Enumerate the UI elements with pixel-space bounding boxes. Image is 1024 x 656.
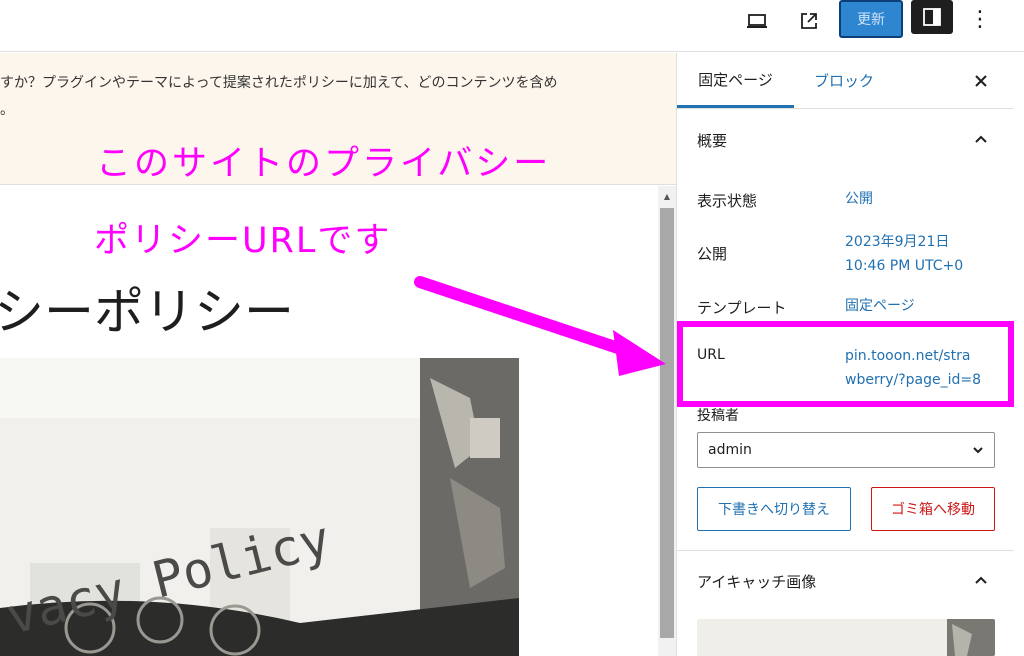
summary-collapse-button[interactable] [971, 129, 991, 149]
close-icon [975, 75, 987, 87]
chevron-down-icon [973, 447, 983, 454]
move-to-trash-button[interactable]: ゴミ箱へ移動 [871, 487, 995, 531]
editor-toolbar: 更新 ⋮ [0, 0, 1024, 52]
window-edge [1014, 53, 1024, 656]
featured-image-panel-title[interactable]: アイキャッチ画像 [697, 571, 816, 592]
tabs-divider [677, 108, 1015, 109]
laptop-icon [747, 14, 767, 28]
author-selected-value: admin [708, 442, 752, 458]
visibility-label: 表示状態 [697, 192, 758, 210]
page-title[interactable]: シーポリシー [0, 272, 294, 344]
annotation-text-line-2: ポリシーURLです [94, 221, 392, 261]
panel-divider [677, 550, 1015, 551]
more-vertical-icon: ⋮ [969, 6, 991, 32]
scrollbar-thumb[interactable] [660, 208, 674, 638]
options-menu-button[interactable]: ⋮ [962, 4, 998, 34]
tab-block[interactable]: ブロック [794, 53, 894, 108]
summary-panel-title[interactable]: 概要 [697, 130, 727, 151]
url-highlight-box [677, 321, 1014, 407]
notice-text-tail: 。 [0, 102, 14, 118]
featured-image-block[interactable]: vacy Policy [0, 358, 519, 656]
publish-date-line: 2023年9月21日 [845, 234, 950, 250]
author-label: 投稿者 [697, 408, 739, 424]
notice-text: すか？プラグインやテーマによって提案されたポリシーに加えて、どのコンテンツを含め [0, 75, 558, 91]
visibility-value[interactable]: 公開 [845, 187, 873, 211]
template-label: テンプレート [697, 299, 787, 317]
view-page-button[interactable] [789, 4, 829, 38]
update-button[interactable]: 更新 [839, 0, 903, 38]
chevron-up-icon [975, 576, 987, 584]
close-sidebar-button[interactable] [967, 67, 995, 95]
switch-to-draft-button[interactable]: 下書きへ切り替え [697, 487, 851, 531]
author-select[interactable]: admin [697, 432, 995, 468]
featured-collapse-button[interactable] [971, 570, 991, 590]
publish-label: 公開 [697, 245, 728, 263]
settings-sidebar-toggle[interactable] [911, 0, 953, 34]
template-value[interactable]: 固定ページ [845, 294, 915, 318]
scroll-up-arrow[interactable]: ▲ [659, 188, 675, 204]
annotation-text-line-1: このサイトのプライバシー [96, 144, 552, 184]
publish-time-line: 10:46 PM UTC+0 [845, 258, 964, 274]
featured-image-thumbnail[interactable] [697, 619, 995, 656]
preview-device-button[interactable] [737, 4, 777, 38]
typewriter-photo: vacy Policy [0, 358, 519, 656]
chevron-up-icon [975, 135, 987, 143]
tab-page[interactable]: 固定ページ [677, 53, 794, 108]
external-link-icon [801, 13, 817, 29]
sidebar-icon [923, 8, 941, 26]
publish-date[interactable]: 2023年9月21日 10:46 PM UTC+0 [845, 230, 963, 278]
typewriter-thumbnail [697, 619, 995, 656]
